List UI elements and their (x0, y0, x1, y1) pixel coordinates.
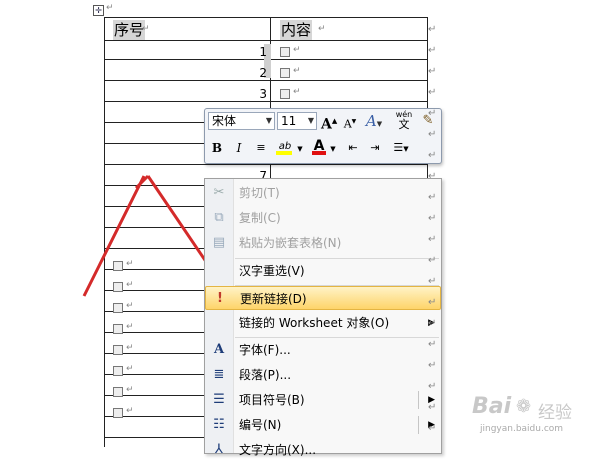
text-direction-icon: ⅄ (215, 442, 223, 457)
font-color-dropdown[interactable]: ▼ (329, 140, 337, 158)
italic-button[interactable]: I (232, 139, 246, 157)
highlight-button[interactable]: ab (275, 138, 295, 156)
menu-item-text-direction[interactable]: ⅄ 文字方向(X)... (205, 438, 441, 462)
increase-indent-icon[interactable]: ⇥ (367, 139, 383, 157)
chevron-down-icon: ▼ (265, 116, 272, 125)
row-end-mark: ↵ (428, 276, 437, 287)
row-end-mark: ↵ (428, 129, 437, 140)
menu-item-cut[interactable]: ✂ 剪切(T) (205, 181, 441, 205)
paragraph-icon: ≣ (213, 367, 225, 382)
row-end-mark: ↵ (428, 255, 437, 266)
font-icon: A (213, 342, 225, 357)
row-end-mark: ↵ (428, 66, 437, 77)
menu-item-reconvert-hanzi[interactable]: 汉字重选(V) (205, 259, 441, 283)
phonetic-guide-button[interactable]: wén 文 (393, 110, 415, 130)
arrow-to-selection-left (82, 175, 146, 297)
row-end-mark: ↵ (428, 360, 437, 371)
menu-item-copy[interactable]: ⧉ 复制(C) (205, 206, 441, 230)
row-end-mark: ↵ (428, 339, 437, 350)
baidu-jingyan-watermark: Bai ❁ 经验 jingyan.baidu.com (472, 394, 572, 434)
font-size-combo[interactable]: 11 ▼ (277, 112, 317, 130)
menu-item-update-link[interactable]: ! 更新链接(D) (205, 286, 441, 310)
mini-toolbar: 宋体 ▼ 11 ▼ A▲ A▼ A▼ wén 文 ✎ B I ≡ ab ▼ A … (204, 108, 442, 164)
menu-item-paragraph[interactable]: ≣ 段落(P)... (205, 363, 441, 387)
font-name-value: 宋体 (212, 114, 237, 128)
row-end-mark: ↵ (428, 381, 437, 392)
row-end-mark: ↵ (428, 87, 437, 98)
row-end-mark: ↵ (428, 45, 437, 56)
row-end-mark: ↵ (428, 192, 437, 203)
row-end-mark: ↵ (428, 234, 437, 245)
bullets-icon: ☰ (213, 392, 225, 407)
row-end-mark: ↵ (428, 24, 437, 35)
font-name-combo[interactable]: 宋体 ▼ (208, 112, 275, 130)
row-end-mark: ↵ (428, 423, 437, 434)
menu-item-linked-worksheet-object[interactable]: 链接的 Worksheet 对象(O) ▶ (205, 311, 441, 335)
row-end-mark: ↵ (428, 318, 437, 329)
align-center-icon[interactable]: ≡ (253, 139, 269, 157)
row-end-mark: ↵ (428, 150, 437, 161)
chevron-down-icon: ▼ (307, 116, 314, 125)
font-size-value: 11 (281, 114, 297, 128)
decrease-indent-icon[interactable]: ⇤ (345, 139, 361, 157)
scissors-icon: ✂ (213, 185, 225, 200)
font-color-button[interactable]: A (311, 137, 327, 155)
shrink-font-button[interactable]: A▼ (343, 113, 357, 131)
row-end-mark: ↵ (428, 213, 437, 224)
bold-button[interactable]: B (210, 139, 224, 157)
context-menu: ✂ 剪切(T) ⧉ 复制(C) ▤ 粘贴为嵌套表格(N) 汉字重选(V) ! 更… (204, 178, 442, 457)
menu-item-font[interactable]: A 字体(F)... (205, 338, 441, 362)
bullets-list-icon[interactable]: ☰▼ (389, 139, 413, 157)
menu-item-paste-nested-table[interactable]: ▤ 粘贴为嵌套表格(N) (205, 231, 441, 255)
row-end-mark: ↵ (428, 171, 437, 182)
row-end-mark: ↵ (428, 402, 437, 413)
grow-font-button[interactable]: A▲ (321, 112, 337, 133)
paste-icon: ▤ (212, 235, 226, 250)
row-end-mark: ↵ (428, 297, 437, 308)
row-end-mark: ↵ (428, 108, 437, 119)
styles-button[interactable]: A▼ (363, 112, 385, 130)
menu-item-bullets[interactable]: ☰ 项目符号(B) ▶ (205, 388, 441, 412)
numbering-icon: ☷ (213, 417, 225, 432)
paw-icon: ❁ (516, 396, 532, 417)
menu-item-numbering[interactable]: ☷ 编号(N) ▶ (205, 413, 441, 437)
highlight-dropdown[interactable]: ▼ (296, 140, 304, 158)
copy-icon: ⧉ (214, 210, 224, 225)
update-link-icon: ! (217, 291, 223, 306)
